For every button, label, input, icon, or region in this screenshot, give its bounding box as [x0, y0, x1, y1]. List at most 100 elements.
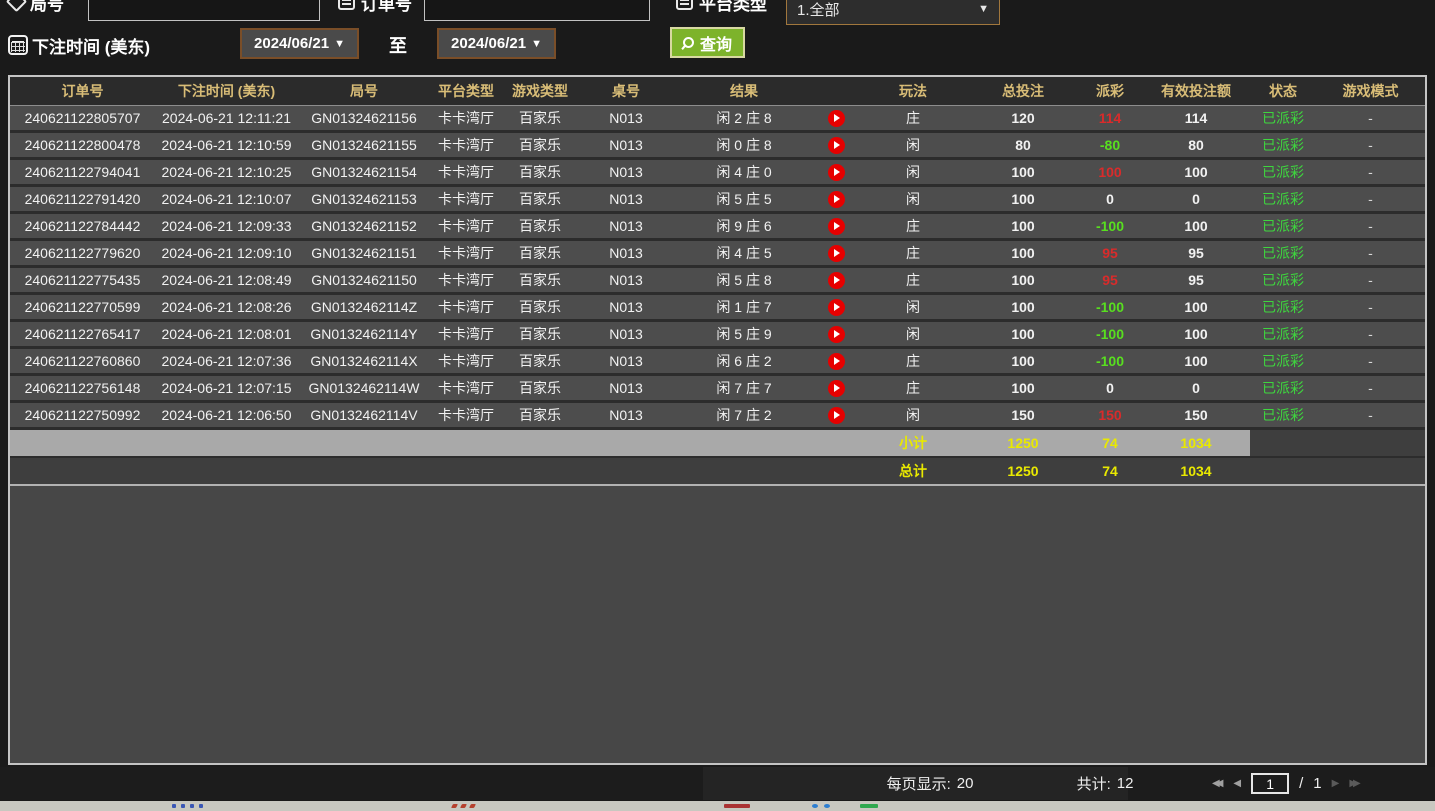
header-payout: 派彩	[1078, 77, 1142, 105]
cell-order-id: 240621122800478	[10, 133, 155, 157]
header-total-bet: 总投注	[968, 77, 1078, 105]
round-id-input[interactable]	[88, 0, 320, 21]
header-bet-time: 下注时间 (美东)	[155, 77, 298, 105]
cell-order-id: 240621122756148	[10, 376, 155, 400]
date-to-picker[interactable]: 2024/06/21 ▼	[437, 28, 556, 59]
cell-result: 闲 5 庄 9	[674, 322, 814, 346]
header-valid-bet: 有效投注额	[1142, 77, 1250, 105]
header-order-id: 订单号	[10, 77, 155, 105]
cell-valid-bet: 100	[1142, 160, 1250, 184]
cell-valid-bet: 114	[1142, 106, 1250, 130]
cell-bet-time: 2024-06-21 12:11:21	[155, 106, 298, 130]
cell-play: 闲	[858, 160, 968, 184]
cell-game-type: 百家乐	[502, 214, 578, 238]
cell-total-bet: 100	[968, 322, 1078, 346]
search-icon	[683, 37, 694, 48]
table-row: 240621122775435 2024-06-21 12:08:49 GN01…	[10, 268, 1425, 295]
table-row: 240621122784442 2024-06-21 12:09:33 GN01…	[10, 214, 1425, 241]
cell-payout: -100	[1078, 295, 1142, 319]
play-replay-icon[interactable]	[828, 353, 845, 370]
total-row: 总计 1250 74 1034	[10, 458, 1425, 486]
cell-status: 已派彩	[1250, 403, 1316, 427]
bet-time-label: 下注时间 (美东)	[32, 33, 150, 58]
play-replay-icon[interactable]	[828, 245, 845, 262]
cell-payout: 0	[1078, 187, 1142, 211]
query-button[interactable]: 查询	[670, 27, 745, 58]
cell-game-mode: -	[1316, 133, 1425, 157]
cell-table-no: N013	[578, 214, 674, 238]
cell-bet-time: 2024-06-21 12:07:36	[155, 349, 298, 373]
cell-game-type: 百家乐	[502, 403, 578, 427]
cell-payout: -100	[1078, 349, 1142, 373]
last-page-icon[interactable]: ▶▶	[1349, 778, 1360, 789]
play-replay-icon[interactable]	[828, 110, 845, 127]
cell-platform: 卡卡湾厅	[430, 349, 502, 373]
total-pages-value: 1	[1313, 775, 1321, 792]
play-replay-icon[interactable]	[828, 299, 845, 316]
cell-result: 闲 7 庄 7	[674, 376, 814, 400]
current-page-input[interactable]: 1	[1251, 773, 1289, 794]
cell-result: 闲 7 庄 2	[674, 403, 814, 427]
cell-game-mode: -	[1316, 241, 1425, 265]
date-from-picker[interactable]: 2024/06/21 ▼	[240, 28, 359, 59]
cell-payout: -100	[1078, 322, 1142, 346]
header-platform: 平台类型	[430, 77, 502, 105]
cell-order-id: 240621122765417	[10, 322, 155, 346]
cell-platform: 卡卡湾厅	[430, 133, 502, 157]
cell-status: 已派彩	[1250, 268, 1316, 292]
cell-order-id: 240621122775435	[10, 268, 155, 292]
play-replay-icon[interactable]	[828, 380, 845, 397]
first-page-icon[interactable]: ◀◀	[1212, 778, 1223, 789]
play-replay-icon[interactable]	[828, 272, 845, 289]
play-replay-icon[interactable]	[828, 407, 845, 424]
cell-status: 已派彩	[1250, 106, 1316, 130]
next-page-icon[interactable]: ▶	[1332, 778, 1340, 789]
cell-total-bet: 100	[968, 268, 1078, 292]
cell-order-id: 240621122791420	[10, 187, 155, 211]
play-replay-icon[interactable]	[828, 191, 845, 208]
document-icon	[338, 0, 355, 10]
play-replay-icon[interactable]	[828, 218, 845, 235]
cell-game-mode: -	[1316, 295, 1425, 319]
cell-game-type: 百家乐	[502, 295, 578, 319]
play-replay-icon[interactable]	[828, 137, 845, 154]
cell-platform: 卡卡湾厅	[430, 295, 502, 319]
cell-round-id: GN0132462114W	[298, 376, 430, 400]
prev-page-icon[interactable]: ◀	[1233, 778, 1241, 789]
cell-platform: 卡卡湾厅	[430, 268, 502, 292]
to-label: 至	[389, 32, 407, 58]
cell-game-mode: -	[1316, 376, 1425, 400]
cell-result: 闲 2 庄 8	[674, 106, 814, 130]
cell-total-bet: 100	[968, 376, 1078, 400]
per-page-label: 每页显示:	[887, 773, 951, 794]
cell-game-type: 百家乐	[502, 322, 578, 346]
cell-play: 闲	[858, 322, 968, 346]
cell-order-id: 240621122794041	[10, 160, 155, 184]
cell-total-bet: 100	[968, 214, 1078, 238]
cell-game-mode: -	[1316, 349, 1425, 373]
cell-bet-time: 2024-06-21 12:10:59	[155, 133, 298, 157]
platform-type-select[interactable]: 1.全部 ▼	[786, 0, 1000, 25]
play-replay-icon[interactable]	[828, 164, 845, 181]
play-replay-icon[interactable]	[828, 326, 845, 343]
cell-valid-bet: 95	[1142, 241, 1250, 265]
cell-result: 闲 4 庄 0	[674, 160, 814, 184]
cell-valid-bet: 100	[1142, 295, 1250, 319]
cell-bet-time: 2024-06-21 12:07:15	[155, 376, 298, 400]
cell-result: 闲 6 庄 2	[674, 349, 814, 373]
cell-play: 庄	[858, 376, 968, 400]
cell-round-id: GN0132462114X	[298, 349, 430, 373]
cell-order-id: 240621122750992	[10, 403, 155, 427]
cell-platform: 卡卡湾厅	[430, 106, 502, 130]
cell-status: 已派彩	[1250, 160, 1316, 184]
table-row: 240621122756148 2024-06-21 12:07:15 GN01…	[10, 376, 1425, 403]
cell-round-id: GN01324621154	[298, 160, 430, 184]
cell-total-bet: 150	[968, 403, 1078, 427]
table-row: 240621122770599 2024-06-21 12:08:26 GN01…	[10, 295, 1425, 322]
header-game-mode: 游戏模式	[1316, 77, 1425, 105]
subtotal-payout: 74	[1078, 430, 1142, 456]
order-id-input[interactable]	[424, 0, 650, 21]
cell-status: 已派彩	[1250, 133, 1316, 157]
order-id-label: 订单号	[361, 0, 412, 15]
cell-payout: 100	[1078, 160, 1142, 184]
